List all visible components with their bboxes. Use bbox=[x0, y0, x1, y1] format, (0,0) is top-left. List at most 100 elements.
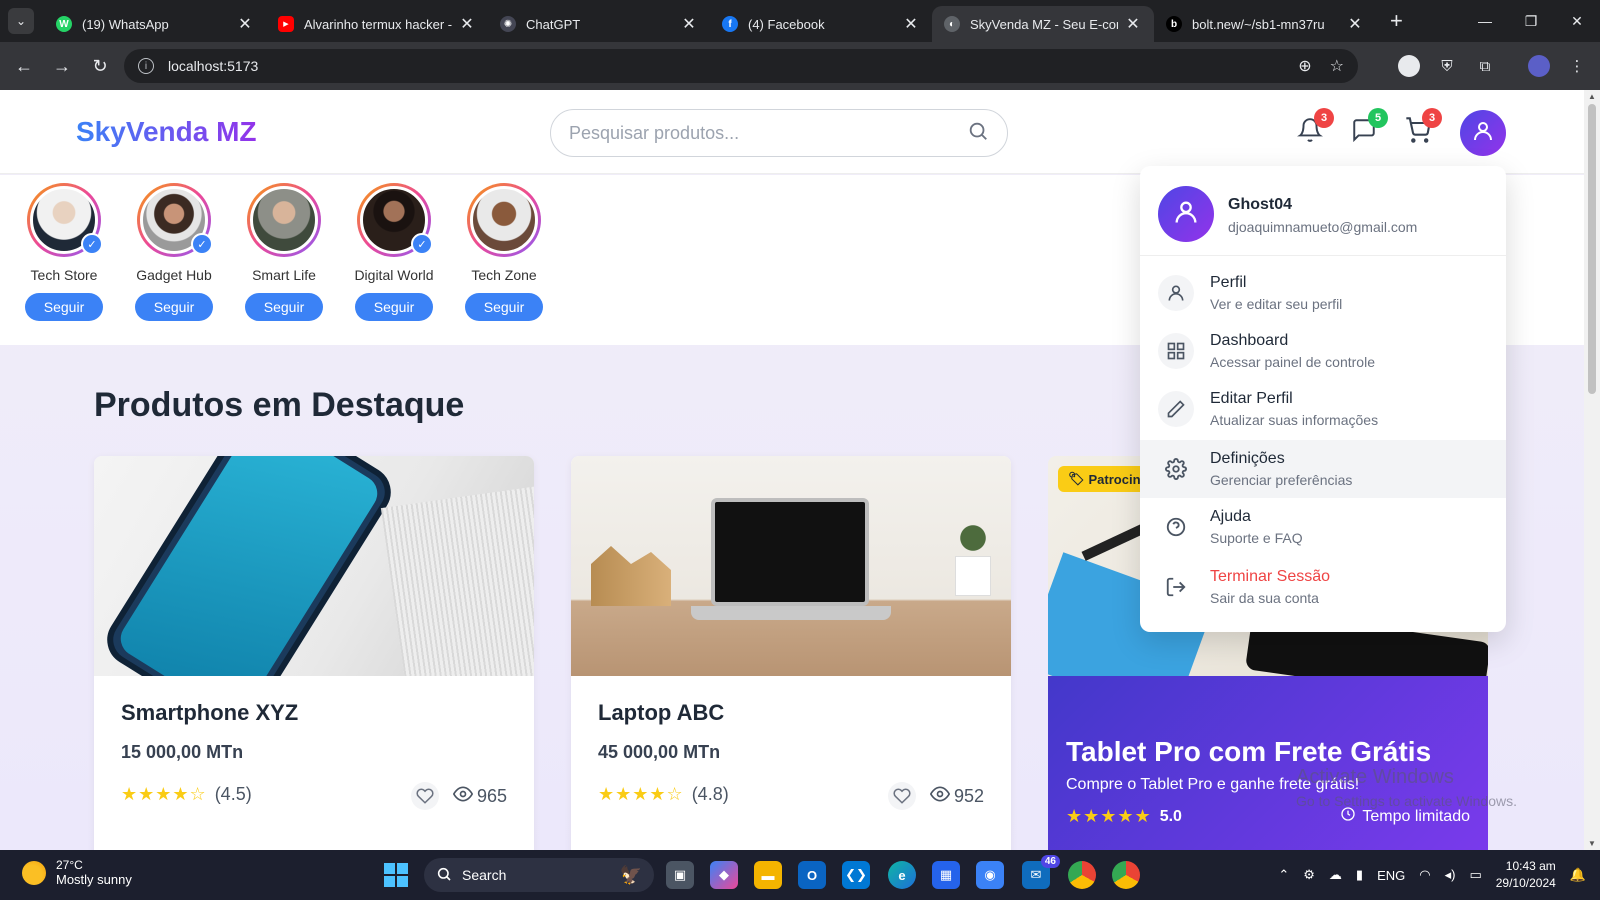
windows-start-icon[interactable] bbox=[384, 863, 408, 887]
follow-button[interactable]: Seguir bbox=[245, 293, 323, 321]
browser-menu-icon[interactable]: ⋮ bbox=[1564, 53, 1590, 79]
back-arrow-icon[interactable]: ← bbox=[6, 48, 42, 84]
tab-facebook[interactable]: f (4) Facebook ✕ bbox=[710, 6, 932, 42]
follow-button[interactable]: Seguir bbox=[355, 293, 433, 321]
shield-extension-icon[interactable]: ⛨ bbox=[1434, 53, 1460, 79]
store-avatar[interactable]: ✓ bbox=[137, 183, 213, 257]
user-menu-button[interactable] bbox=[1460, 110, 1506, 156]
verified-check-icon: ✓ bbox=[411, 233, 433, 255]
extensions-puzzle-icon[interactable]: ⧉ bbox=[1472, 53, 1498, 79]
cart-button[interactable]: 3 bbox=[1402, 108, 1442, 148]
store-avatar[interactable]: ✓ bbox=[357, 183, 433, 257]
menu-item-description: Gerenciar preferências bbox=[1210, 472, 1353, 488]
restore-icon[interactable]: ❐ bbox=[1508, 13, 1554, 30]
close-tab-icon[interactable]: ✕ bbox=[458, 14, 476, 34]
address-bar[interactable]: i localhost:5173 ⊕ ☆ bbox=[124, 49, 1358, 83]
site-info-icon[interactable]: i bbox=[138, 58, 154, 74]
weather-widget[interactable]: 27°C Mostly sunny bbox=[22, 858, 132, 887]
close-tab-icon[interactable]: ✕ bbox=[1346, 14, 1364, 34]
heart-icon[interactable] bbox=[887, 782, 916, 810]
pen-settings-icon[interactable]: ⚙ bbox=[1303, 867, 1315, 883]
forward-arrow-icon[interactable]: → bbox=[44, 48, 80, 84]
tab-chatgpt[interactable]: ✺ ChatGPT ✕ bbox=[488, 6, 710, 42]
notification-bell-icon[interactable]: 🔔 bbox=[1570, 867, 1586, 883]
cloud-icon[interactable]: ☁ bbox=[1329, 867, 1342, 883]
messages-button[interactable]: 5 bbox=[1348, 108, 1388, 148]
menu-item-ajuda[interactable]: Ajuda Suporte e FAQ bbox=[1140, 498, 1506, 556]
product-image[interactable] bbox=[94, 456, 534, 676]
tab-search-button[interactable]: ⌄ bbox=[8, 8, 34, 34]
account-avatar-icon[interactable] bbox=[1526, 53, 1552, 79]
clock[interactable]: 10:43 am 29/10/2024 bbox=[1496, 858, 1556, 892]
browser-tab-strip: ⌄ W (19) WhatsApp ✕ ▶ Alvarinho termux h… bbox=[0, 0, 1600, 42]
battery-icon[interactable]: ▭ bbox=[1469, 867, 1481, 883]
heart-icon[interactable] bbox=[410, 782, 439, 810]
tab-whatsapp[interactable]: W (19) WhatsApp ✕ bbox=[44, 6, 266, 42]
task-view-icon[interactable]: ▣ bbox=[666, 861, 694, 889]
menu-item-logout[interactable]: Terminar Sessão Sair da sua conta bbox=[1140, 558, 1506, 616]
product-card[interactable]: Smartphone XYZ 15 000,00 MTn ★★★★☆ (4.5)… bbox=[94, 456, 534, 850]
menu-item-definicoes[interactable]: Definições Gerenciar preferências bbox=[1140, 440, 1506, 498]
copilot-icon[interactable]: ◆ bbox=[710, 861, 738, 889]
edge-icon[interactable]: e bbox=[888, 861, 916, 889]
chrome-icon[interactable] bbox=[1068, 861, 1096, 889]
menu-item-perfil[interactable]: Perfil Ver e editar seu perfil bbox=[1140, 264, 1506, 322]
close-tab-icon[interactable]: ✕ bbox=[236, 14, 254, 34]
menu-item-editar-perfil[interactable]: Editar Perfil Atualizar suas informações bbox=[1140, 380, 1506, 438]
vscode-icon[interactable]: ❮❯ bbox=[842, 861, 870, 889]
wifi-icon[interactable]: ◠ bbox=[1419, 867, 1430, 883]
date: 29/10/2024 bbox=[1495, 876, 1556, 890]
notifications-button[interactable]: 3 bbox=[1294, 108, 1334, 148]
messages-badge: 5 bbox=[1368, 108, 1388, 128]
site-logo[interactable]: SkyVenda MZ bbox=[76, 116, 257, 148]
teams-chat-icon[interactable]: ◉ bbox=[976, 861, 1004, 889]
reload-icon[interactable]: ↻ bbox=[82, 48, 118, 84]
scroll-down-icon[interactable]: ▼ bbox=[1588, 839, 1596, 848]
close-window-icon[interactable]: ✕ bbox=[1554, 13, 1600, 30]
store-avatar[interactable] bbox=[247, 183, 321, 257]
user-email: djoaquimnamueto@gmail.com bbox=[1228, 219, 1418, 235]
tab-youtube[interactable]: ▶ Alvarinho termux hacker - ✕ bbox=[266, 6, 488, 42]
bolt-icon: b bbox=[1166, 16, 1182, 32]
profile-extension-icon[interactable] bbox=[1396, 53, 1422, 79]
new-tab-button[interactable]: + bbox=[1390, 8, 1403, 34]
chevron-up-icon[interactable]: ⌃ bbox=[1278, 867, 1289, 883]
store-icon[interactable]: ▦ bbox=[932, 861, 960, 889]
store-avatar[interactable]: ✓ bbox=[27, 183, 103, 257]
follow-button[interactable]: Seguir bbox=[465, 293, 543, 321]
tab-bolt[interactable]: b bolt.new/~/sb1-mn37ru ✕ bbox=[1154, 6, 1376, 42]
search-input[interactable] bbox=[569, 122, 967, 144]
scroll-up-icon[interactable]: ▲ bbox=[1588, 92, 1596, 101]
close-tab-icon[interactable]: ✕ bbox=[680, 14, 698, 34]
bookmark-star-icon[interactable]: ☆ bbox=[1330, 56, 1344, 76]
volume-icon[interactable]: ◂) bbox=[1445, 867, 1456, 883]
scrollbar-thumb[interactable] bbox=[1588, 104, 1596, 394]
zoom-icon[interactable]: ⊕ bbox=[1298, 56, 1311, 76]
user-icon bbox=[1471, 119, 1495, 148]
tab-title: Alvarinho termux hacker - bbox=[304, 16, 452, 32]
watermark-line2: Go to Settings to activate Windows. bbox=[1296, 793, 1517, 809]
close-tab-icon[interactable]: ✕ bbox=[1124, 14, 1142, 34]
chrome-profile-icon[interactable] bbox=[1112, 861, 1140, 889]
store-avatar[interactable] bbox=[467, 183, 541, 257]
follow-button[interactable]: Seguir bbox=[25, 293, 103, 321]
follow-button[interactable]: Seguir bbox=[135, 293, 213, 321]
rating-value: (4.5) bbox=[214, 784, 252, 804]
close-tab-icon[interactable]: ✕ bbox=[902, 14, 920, 34]
signal-icon[interactable]: ▮ bbox=[1356, 867, 1363, 883]
language-indicator[interactable]: ENG bbox=[1377, 868, 1405, 883]
product-image[interactable] bbox=[571, 456, 1011, 676]
file-explorer-icon[interactable]: ▬ bbox=[754, 861, 782, 889]
tab-skyvenda[interactable]: ◐ SkyVenda MZ - Seu E-comm ✕ bbox=[932, 6, 1154, 42]
url-text[interactable]: localhost:5173 bbox=[168, 58, 258, 74]
minimize-icon[interactable]: — bbox=[1462, 13, 1508, 29]
grid-icon bbox=[1158, 333, 1194, 369]
menu-item-label: Definições bbox=[1210, 450, 1285, 467]
taskbar-search[interactable]: Search 🦅 bbox=[424, 858, 654, 892]
menu-item-dashboard[interactable]: Dashboard Acessar painel de controle bbox=[1140, 322, 1506, 380]
page-scrollbar[interactable]: ▲ ▼ bbox=[1584, 90, 1600, 850]
mail-icon[interactable]: ✉ 46 bbox=[1022, 855, 1060, 889]
outlook-icon[interactable]: O bbox=[798, 861, 826, 889]
product-card[interactable]: Laptop ABC 45 000,00 MTn ★★★★☆ (4.8) 952 bbox=[571, 456, 1011, 850]
search-icon[interactable] bbox=[967, 120, 989, 147]
